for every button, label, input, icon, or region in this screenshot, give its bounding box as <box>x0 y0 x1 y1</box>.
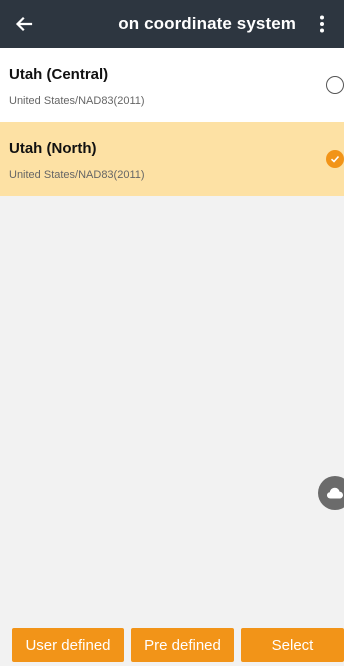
pre-defined-button[interactable]: Pre defined <box>131 628 234 662</box>
item-name: Utah (North) <box>9 140 97 157</box>
screen: on coordinate system Utah (Central) Unit… <box>0 0 344 666</box>
arrow-left-icon <box>15 16 33 32</box>
title-container: on coordinate system <box>56 0 302 48</box>
app-bar: on coordinate system <box>0 0 344 48</box>
page-title: on coordinate system <box>118 14 296 33</box>
bottom-action-bar: User defined Pre defined Select <box>0 622 344 666</box>
cloud-icon <box>327 487 343 499</box>
overflow-menu-button[interactable] <box>310 12 334 36</box>
more-vert-icon <box>320 15 324 33</box>
item-name: Utah (Central) <box>9 66 109 83</box>
checkmark-icon <box>330 155 340 163</box>
list-item[interactable]: Utah (North) United States/NAD83(2011) <box>0 122 344 196</box>
item-subtitle: United States/NAD83(2011) <box>9 169 145 181</box>
list-item[interactable]: Utah (Central) United States/NAD83(2011) <box>0 48 344 122</box>
select-button[interactable]: Select <box>241 628 344 662</box>
user-defined-button[interactable]: User defined <box>12 628 124 662</box>
item-subtitle: United States/NAD83(2011) <box>9 95 145 107</box>
back-button[interactable] <box>10 10 38 38</box>
coordinate-system-list: Utah (Central) United States/NAD83(2011)… <box>0 48 344 196</box>
radio-unchecked-icon[interactable] <box>326 76 344 94</box>
check-circle-icon[interactable] <box>326 150 344 168</box>
cloud-button[interactable] <box>318 476 344 510</box>
